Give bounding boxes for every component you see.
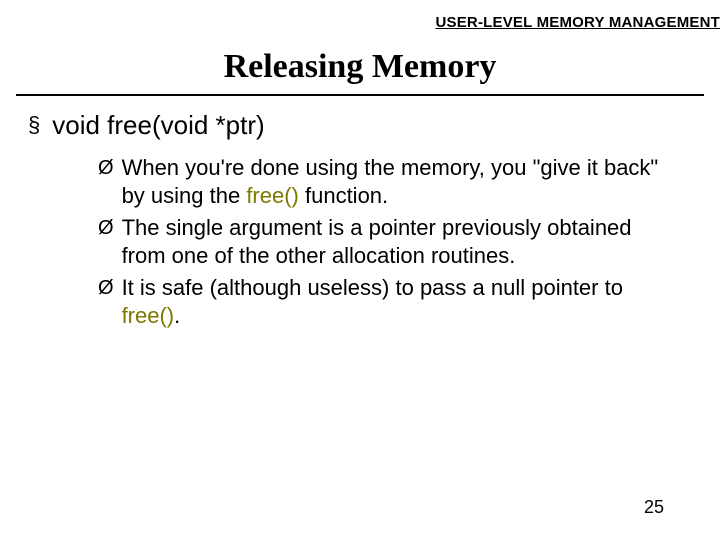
- arrow-bullet-icon: Ø: [98, 274, 114, 302]
- bullet-lvl2: Ø It is safe (although useless) to pass …: [98, 274, 680, 330]
- text-pre: When you're done using the memory, you "…: [122, 155, 659, 208]
- lvl2-group: Ø When you're done using the memory, you…: [98, 154, 680, 330]
- arrow-bullet-icon: Ø: [98, 214, 114, 242]
- slide-title: Releasing Memory: [0, 48, 720, 86]
- title-rule: [16, 94, 704, 96]
- square-bullet-icon: §: [28, 110, 40, 140]
- slide: USER-LEVEL MEMORY MANAGEMENT Releasing M…: [0, 0, 720, 540]
- lvl2-text: The single argument is a pointer previou…: [122, 214, 662, 270]
- bullet-lvl1: § void free(void *ptr): [28, 110, 680, 140]
- text-pre: The single argument is a pointer previou…: [122, 215, 632, 268]
- text-accent: free(): [122, 303, 175, 328]
- text-post: .: [174, 303, 180, 328]
- arrow-bullet-icon: Ø: [98, 154, 114, 182]
- bullet-lvl2: Ø The single argument is a pointer previ…: [98, 214, 680, 270]
- lvl2-text: It is safe (although useless) to pass a …: [122, 274, 662, 330]
- bullet-lvl2: Ø When you're done using the memory, you…: [98, 154, 680, 210]
- text-post: function.: [299, 183, 388, 208]
- text-accent: free(): [246, 183, 299, 208]
- lvl1-text: void free(void *ptr): [52, 110, 264, 140]
- lvl2-text: When you're done using the memory, you "…: [122, 154, 662, 210]
- text-pre: It is safe (although useless) to pass a …: [122, 275, 623, 300]
- slide-body: § void free(void *ptr) Ø When you're don…: [28, 110, 680, 334]
- page-number: 25: [644, 497, 664, 518]
- section-header: USER-LEVEL MEMORY MANAGEMENT: [435, 14, 720, 31]
